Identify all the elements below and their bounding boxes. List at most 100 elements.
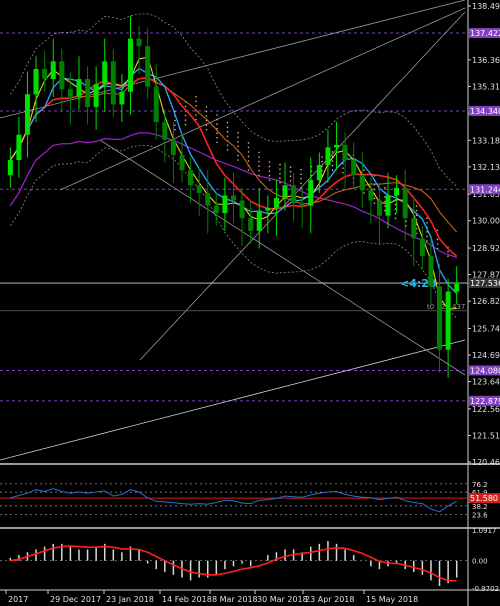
- cloud-dot: [373, 197, 376, 200]
- cloud-dot: [247, 142, 250, 144]
- cloud-dot: [363, 192, 365, 194]
- cloud-dot: [279, 177, 281, 180]
- cloud-dot: [300, 173, 302, 175]
- cloud-dot: [216, 118, 218, 121]
- y-tick-label: 123.640: [472, 378, 500, 387]
- cloud-dot: [436, 238, 439, 241]
- candle-body: [102, 61, 108, 85]
- cloud-dot: [195, 95, 197, 98]
- candle-body: [136, 38, 142, 47]
- cloud-dot: [426, 240, 428, 242]
- level-price-label: 124.080: [470, 366, 500, 375]
- cloud-dot: [279, 181, 281, 184]
- cloud-dot: [447, 255, 449, 257]
- cloud-dot: [373, 188, 376, 191]
- macd-tick-label: -0.9702: [472, 585, 499, 593]
- candle-body: [299, 203, 305, 206]
- level-price-label: 137.422: [470, 29, 500, 38]
- y-tick-label: 130.000: [472, 217, 500, 226]
- y-tick-label: 125.740: [472, 324, 500, 333]
- cloud-dot: [342, 171, 344, 174]
- cloud-dot: [247, 155, 250, 158]
- cloud-dot: [426, 217, 428, 219]
- candle-body: [437, 286, 443, 350]
- cloud-dot: [216, 136, 218, 139]
- cloud-dot: [258, 165, 260, 167]
- cloud-dot: [247, 146, 250, 149]
- candle-body: [334, 144, 340, 148]
- rsi-level-label: 51.580: [470, 494, 498, 503]
- candle-body: [445, 291, 451, 350]
- candle-body: [119, 91, 125, 105]
- macd-tick-label: 1.0917: [472, 527, 497, 535]
- cloud-dot: [363, 169, 365, 171]
- cloud-dot: [300, 182, 302, 185]
- candle-body: [213, 205, 219, 214]
- cloud-dot: [447, 250, 449, 253]
- cloud-dot: [384, 187, 386, 189]
- chart-background: [0, 0, 500, 606]
- cloud-dot: [331, 164, 334, 167]
- cloud-dot: [289, 170, 292, 173]
- candle-body: [42, 68, 48, 80]
- cloud-dot: [205, 124, 208, 126]
- cloud-dot: [195, 105, 197, 107]
- candle-body: [402, 187, 408, 219]
- cloud-dot: [237, 159, 239, 161]
- candle-body: [76, 79, 82, 97]
- cloud-dot: [436, 229, 439, 232]
- candle-body: [50, 61, 56, 80]
- cloud-dot: [247, 169, 250, 171]
- candle-body: [291, 185, 297, 204]
- candle-body: [325, 147, 331, 166]
- cloud-dot: [279, 172, 281, 175]
- cloud-dot: [184, 119, 187, 121]
- candle-body: [411, 218, 417, 239]
- cloud-dot: [373, 202, 376, 204]
- cloud-dot: [174, 119, 176, 122]
- candle-body: [170, 139, 176, 155]
- candle-body: [110, 61, 116, 105]
- cloud-dot: [289, 179, 292, 182]
- candle-body: [59, 61, 65, 90]
- cloud-dot: [289, 166, 292, 168]
- level-price-label: 134.340: [470, 107, 500, 116]
- cloud-dot: [258, 156, 260, 158]
- candle-body: [394, 187, 400, 196]
- x-tick-label: 30 Mar 2018: [257, 595, 308, 604]
- y-tick-label: 132.130: [472, 163, 500, 172]
- candle-body: [153, 86, 159, 123]
- cloud-dot: [279, 163, 281, 166]
- cloud-dot: [195, 100, 197, 103]
- rsi-tick-label: 76.2: [472, 481, 488, 489]
- cloud-dot: [226, 126, 229, 128]
- y-tick-label: 133.180: [472, 136, 500, 145]
- candle-body: [265, 208, 271, 211]
- cloud-dot: [216, 123, 218, 125]
- candle-body: [85, 79, 91, 107]
- rsi-tick-label: 23.6: [472, 511, 488, 519]
- x-tick-label: 8 Mar 2018: [212, 595, 258, 604]
- candle-body: [188, 170, 194, 186]
- cloud-dot: [268, 161, 271, 163]
- cloud-dot: [237, 154, 239, 157]
- level-price-label: 122.879: [470, 397, 500, 406]
- cloud-dot: [258, 169, 260, 172]
- candle-body: [179, 154, 185, 171]
- cloud-dot: [174, 128, 176, 131]
- current-price-label: 127.536: [470, 279, 500, 288]
- candle-body: [162, 122, 168, 140]
- cloud-dot: [394, 203, 397, 206]
- cloud-dot: [216, 114, 218, 116]
- cloud-dot: [436, 243, 439, 245]
- cloud-dot: [216, 132, 218, 135]
- cloud-dot: [258, 160, 260, 163]
- candle-body: [248, 218, 254, 231]
- cloud-dot: [226, 130, 229, 133]
- cloud-dot: [394, 208, 397, 210]
- candle-body: [351, 160, 357, 176]
- cloud-dot: [195, 114, 197, 116]
- candle-body: [93, 84, 99, 107]
- cloud-dot: [331, 160, 334, 162]
- y-tick-label: 135.310: [472, 82, 500, 91]
